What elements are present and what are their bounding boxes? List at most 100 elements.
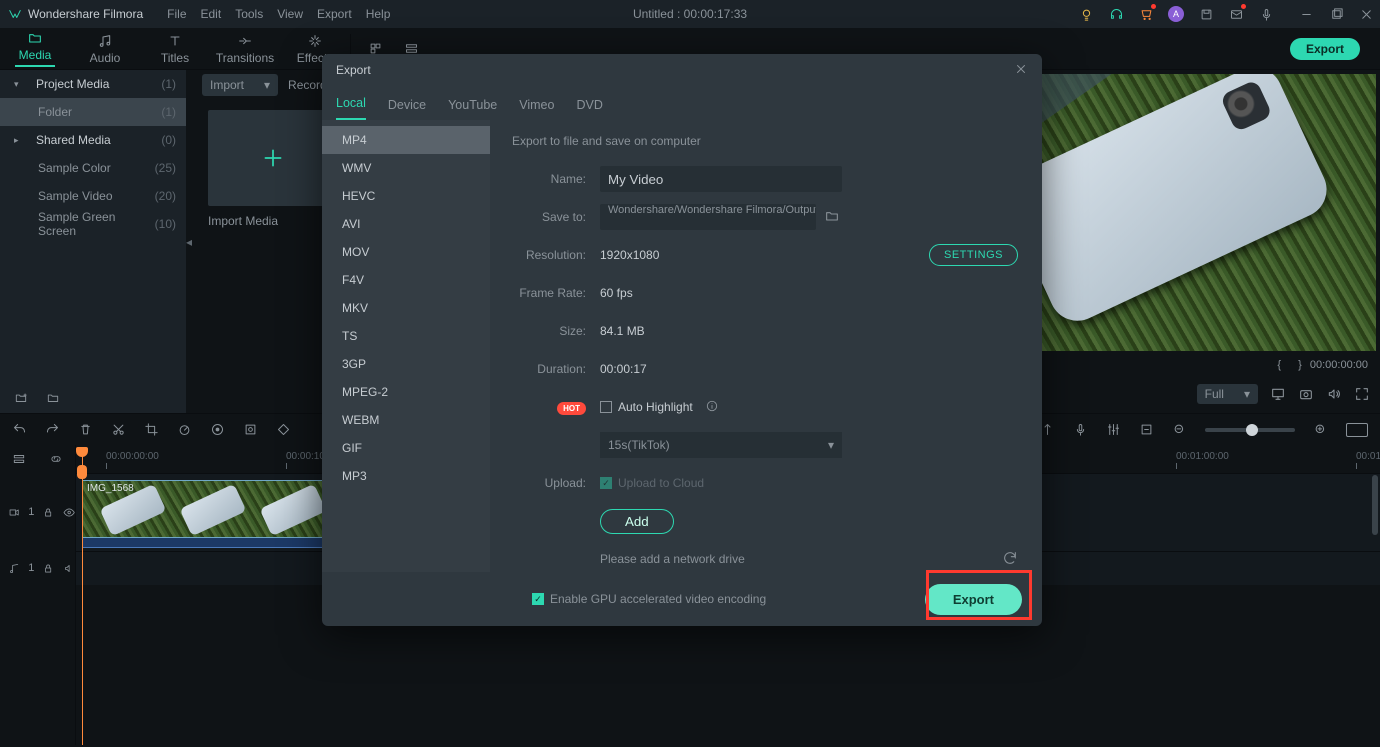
- zoom-out-icon[interactable]: [1172, 422, 1187, 437]
- track-headers: 1 1: [0, 445, 76, 745]
- playhead[interactable]: [82, 447, 83, 745]
- record-button[interactable]: Record: [288, 78, 327, 92]
- audio-track-header[interactable]: 1: [0, 551, 75, 585]
- menu-tools[interactable]: Tools: [235, 7, 263, 21]
- zoom-in-icon[interactable]: [1313, 422, 1328, 437]
- sidebar-item-sample-video[interactable]: Sample Video (20): [0, 182, 186, 210]
- format-f4v[interactable]: F4V: [322, 266, 490, 294]
- import-media-tile[interactable]: [208, 110, 338, 206]
- dialog-close-button[interactable]: [1014, 62, 1028, 79]
- save-icon[interactable]: [1198, 6, 1214, 22]
- lock-icon[interactable]: [42, 506, 54, 519]
- sidebar-item-sample-color[interactable]: Sample Color (25): [0, 154, 186, 182]
- browse-folder-button[interactable]: [824, 208, 840, 227]
- mute-icon[interactable]: [63, 562, 75, 575]
- add-drive-button[interactable]: Add: [600, 509, 674, 534]
- menu-view[interactable]: View: [277, 7, 303, 21]
- format-3gp[interactable]: 3GP: [322, 350, 490, 378]
- marker-icon[interactable]: [1040, 422, 1055, 437]
- cart-icon[interactable]: [1138, 6, 1154, 22]
- format-gif[interactable]: GIF: [322, 434, 490, 462]
- tab-media[interactable]: Media: [0, 28, 70, 69]
- crop-icon[interactable]: [144, 422, 159, 437]
- format-wmv[interactable]: WMV: [322, 154, 490, 182]
- menu-edit[interactable]: Edit: [201, 7, 222, 21]
- undo-icon[interactable]: [12, 422, 27, 437]
- lock-icon[interactable]: [42, 562, 54, 575]
- format-ts[interactable]: TS: [322, 322, 490, 350]
- resolution-value: 1920x1080: [600, 248, 659, 262]
- eye-icon[interactable]: [63, 506, 75, 519]
- menu-bar: File Edit Tools View Export Help: [167, 7, 390, 21]
- mixer-icon[interactable]: [1106, 422, 1121, 437]
- upload-cloud-checkbox[interactable]: ✓: [600, 477, 612, 489]
- export-tab-youtube[interactable]: YouTube: [448, 98, 497, 120]
- export-tab-local[interactable]: Local: [336, 96, 366, 120]
- snapshot-icon[interactable]: [1298, 386, 1314, 402]
- minimize-icon[interactable]: [1298, 6, 1314, 22]
- zoom-fit-button[interactable]: [1346, 423, 1368, 437]
- avatar-icon[interactable]: A: [1168, 6, 1184, 22]
- import-dropdown[interactable]: Import ▾: [202, 74, 278, 96]
- settings-button[interactable]: SETTINGS: [929, 244, 1018, 266]
- quality-dropdown[interactable]: Full ▾: [1197, 384, 1258, 404]
- format-mp3[interactable]: MP3: [322, 462, 490, 490]
- folder-open-icon[interactable]: [46, 391, 60, 405]
- cut-icon[interactable]: [111, 422, 126, 437]
- audio-track-num: 1: [28, 562, 34, 574]
- timeline-scrollbar[interactable]: [1372, 475, 1378, 535]
- speed-icon[interactable]: [177, 422, 192, 437]
- mic-icon[interactable]: [1258, 6, 1274, 22]
- voiceover-icon[interactable]: [1073, 422, 1088, 437]
- export-tab-device[interactable]: Device: [388, 98, 426, 120]
- auto-highlight-checkbox[interactable]: [600, 401, 612, 413]
- format-mpeg2[interactable]: MPEG-2: [322, 378, 490, 406]
- track-options-icon[interactable]: [12, 452, 26, 466]
- format-webm[interactable]: WEBM: [322, 406, 490, 434]
- highlight-duration-select[interactable]: 15s(TikTok) ▾: [600, 432, 842, 458]
- export-button-top[interactable]: Export: [1290, 38, 1360, 60]
- sidebar-item-sample-green[interactable]: Sample Green Screen (10): [0, 210, 186, 238]
- fullscreen-icon[interactable]: [1354, 386, 1370, 402]
- format-avi[interactable]: AVI: [322, 210, 490, 238]
- sidebar-item-folder[interactable]: Folder (1): [0, 98, 186, 126]
- menu-help[interactable]: Help: [366, 7, 391, 21]
- format-mp4[interactable]: MP4: [322, 126, 490, 154]
- export-button[interactable]: Export: [925, 584, 1022, 615]
- sidebar-item-shared-media[interactable]: ▸ Shared Media (0): [0, 126, 186, 154]
- close-icon[interactable]: [1358, 6, 1374, 22]
- format-mkv[interactable]: MKV: [322, 294, 490, 322]
- ruler-mark: 00:01:10:00: [1356, 451, 1380, 462]
- gpu-checkbox[interactable]: ✓: [532, 593, 544, 605]
- tab-transitions[interactable]: Transitions: [210, 28, 280, 69]
- sidebar-item-project-media[interactable]: ▾ Project Media (1): [0, 70, 186, 98]
- video-track-header[interactable]: 1: [0, 473, 75, 551]
- menu-file[interactable]: File: [167, 7, 186, 21]
- render-icon[interactable]: [1139, 422, 1154, 437]
- format-mov[interactable]: MOV: [322, 238, 490, 266]
- export-tab-vimeo[interactable]: Vimeo: [519, 98, 554, 120]
- color-icon[interactable]: [210, 422, 225, 437]
- redo-icon[interactable]: [45, 422, 60, 437]
- new-folder-icon[interactable]: [14, 391, 28, 405]
- tab-audio[interactable]: Audio: [70, 28, 140, 69]
- green-screen-icon[interactable]: [243, 422, 258, 437]
- link-icon[interactable]: [49, 452, 63, 466]
- headphones-icon[interactable]: [1108, 6, 1124, 22]
- refresh-button[interactable]: [1002, 550, 1018, 569]
- monitor-icon[interactable]: [1270, 386, 1286, 402]
- name-input[interactable]: [600, 166, 842, 192]
- message-icon[interactable]: [1228, 6, 1244, 22]
- zoom-slider[interactable]: [1205, 428, 1295, 432]
- saveto-path[interactable]: Wondershare/Wondershare Filmora/Output: [600, 204, 816, 230]
- maximize-icon[interactable]: [1328, 6, 1344, 22]
- tab-titles[interactable]: Titles: [140, 28, 210, 69]
- keyframe-icon[interactable]: [276, 422, 291, 437]
- idea-icon[interactable]: [1078, 6, 1094, 22]
- volume-icon[interactable]: [1326, 386, 1342, 402]
- export-tab-dvd[interactable]: DVD: [576, 98, 602, 120]
- delete-icon[interactable]: [78, 422, 93, 437]
- menu-export[interactable]: Export: [317, 7, 352, 21]
- info-icon[interactable]: [705, 399, 719, 416]
- format-hevc[interactable]: HEVC: [322, 182, 490, 210]
